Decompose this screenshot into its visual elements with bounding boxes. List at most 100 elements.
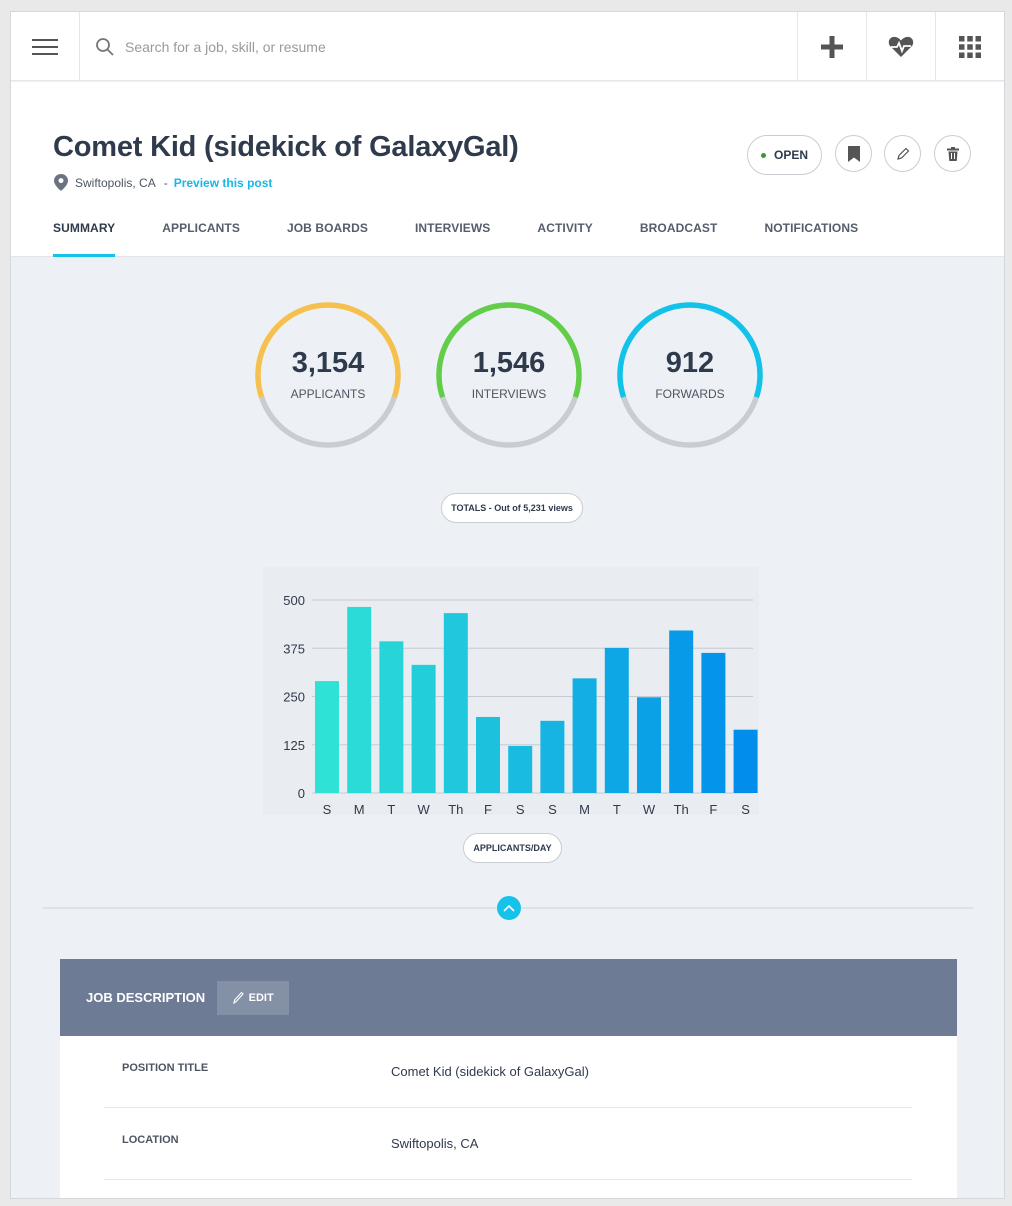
bar[interactable] (604, 647, 629, 793)
menu-button[interactable] (11, 12, 80, 81)
grid-icon (959, 35, 981, 58)
search-icon (96, 37, 114, 56)
applicants-count: 3,154 (291, 347, 365, 379)
job-location: Swiftopolis, CA (75, 175, 156, 190)
y-tick-label: 0 (298, 786, 305, 801)
chart-label-pill[interactable]: APPLICANTS/DAY (463, 833, 562, 863)
plus-icon (821, 35, 843, 58)
bookmark-icon (847, 145, 860, 162)
bar[interactable] (701, 652, 726, 793)
x-tick-label: S (516, 802, 525, 815)
ring-track-arc (440, 396, 578, 448)
x-tick-label: T (387, 802, 395, 815)
interviews-label: INTERVIEWS (471, 387, 547, 401)
forwards-stat: 912 FORWARDS (616, 301, 764, 449)
description-row: LOCATION Swiftopolis, CA (104, 1108, 912, 1180)
x-tick-label: M (579, 802, 590, 815)
bar[interactable] (379, 641, 404, 793)
pencil-icon (232, 991, 244, 1004)
search-bar (95, 12, 695, 81)
x-tick-label: S (323, 802, 332, 815)
status-label: OPEN (773, 148, 808, 162)
collapse-button[interactable] (497, 896, 521, 920)
position-title-value: Comet Kid (sidekick of GalaxyGal) (391, 1064, 589, 1079)
forwards-label: FORWARDS (655, 387, 725, 401)
forwards-count: 912 (665, 347, 715, 379)
ring-track-arc (259, 396, 397, 448)
y-tick-label: 250 (283, 690, 305, 705)
bar[interactable] (411, 664, 436, 793)
bar[interactable] (572, 678, 597, 793)
x-tick-label: T (613, 802, 621, 815)
y-tick-label: 125 (283, 738, 305, 753)
x-tick-label: Th (674, 802, 689, 815)
menu-icon (32, 38, 58, 55)
edit-description-button[interactable]: EDIT (217, 980, 290, 1015)
tab-notifications[interactable]: NOTIFICATIONS (764, 221, 858, 257)
x-tick-label: F (484, 802, 492, 815)
status-open-button[interactable]: OPEN (747, 135, 822, 175)
interviews-stat: 1,546 INTERVIEWS (435, 301, 583, 449)
y-tick-label: 500 (283, 593, 305, 608)
y-tick-label: 375 (283, 641, 305, 656)
pencil-icon (896, 147, 909, 160)
chevron-up-icon (503, 904, 515, 912)
bar[interactable] (669, 630, 694, 793)
edit-button[interactable] (884, 135, 921, 172)
job-header: Comet Kid (sidekick of GalaxyGal) Swifto… (11, 82, 1004, 257)
top-bar (11, 12, 1004, 81)
bar[interactable] (347, 606, 372, 793)
health-button[interactable] (866, 12, 935, 81)
applicants-stat: 3,154 APPLICANTS (254, 301, 402, 449)
totals-pill[interactable]: TOTALS - Out of 5,231 views (441, 493, 583, 523)
bar[interactable] (443, 613, 468, 793)
trash-icon (946, 146, 959, 161)
tab-summary[interactable]: SUMMARY (53, 221, 116, 257)
x-tick-label: F (709, 802, 717, 815)
bookmark-button[interactable] (835, 135, 872, 172)
bar[interactable] (637, 697, 661, 793)
x-tick-label: W (417, 802, 430, 815)
job-description-panel: JOB DESCRIPTION EDIT POSITION TITLE Come… (60, 959, 957, 1198)
bar-chart: 0 125 250 375 500 S M T W Th F S S M T W Th F S (283, 593, 758, 817)
tab-applicants[interactable]: APPLICANTS (162, 221, 240, 257)
x-tick-label: Th (448, 802, 463, 815)
page-title: Comet Kid (sidekick of GalaxyGal) (53, 131, 519, 163)
add-button[interactable] (797, 12, 866, 81)
position-title-label: POSITION TITLE (122, 1062, 209, 1074)
heart-pulse-icon (888, 36, 914, 57)
location-label: LOCATION (122, 1134, 179, 1146)
status-dot-icon (760, 152, 766, 158)
bar[interactable] (733, 729, 758, 793)
bar[interactable] (508, 745, 533, 793)
location-line: Swiftopolis, CA - Preview this post (54, 174, 272, 191)
apps-button[interactable] (935, 12, 1004, 81)
location-value: Swiftopolis, CA (391, 1136, 479, 1151)
separator: - (163, 175, 168, 190)
tab-broadcast[interactable]: BROADCAST (640, 221, 718, 257)
x-tick-label: W (643, 802, 656, 815)
applicants-per-day-chart: 0 125 250 375 500 S M T W Th F S S M T W Th F S (263, 567, 759, 817)
x-tick-label: M (354, 802, 365, 815)
tab-job-boards[interactable]: JOB BOARDS (287, 221, 368, 257)
tab-interviews[interactable]: INTERVIEWS (415, 221, 490, 257)
x-tick-label: S (548, 802, 557, 815)
description-row: POSITION TITLE Comet Kid (sidekick of Ga… (104, 1036, 912, 1108)
x-tick-label: S (741, 802, 750, 815)
app-window: Comet Kid (sidekick of GalaxyGal) Swifto… (10, 11, 1005, 1199)
bar[interactable] (315, 681, 339, 793)
location-pin-icon (54, 174, 68, 191)
job-description-header: JOB DESCRIPTION EDIT (60, 959, 957, 1036)
tab-activity[interactable]: ACTIVITY (537, 221, 592, 257)
applicants-label: APPLICANTS (290, 387, 366, 401)
edit-label: EDIT (248, 991, 274, 1004)
bar[interactable] (476, 716, 500, 793)
bar[interactable] (540, 720, 565, 793)
ring-track-arc (621, 396, 759, 448)
delete-button[interactable] (934, 135, 971, 172)
interviews-count: 1,546 (472, 347, 546, 379)
tab-bar: SUMMARY APPLICANTS JOB BOARDS INTERVIEWS… (53, 221, 905, 257)
preview-link[interactable]: Preview this post (174, 176, 273, 190)
search-input[interactable] (125, 38, 625, 55)
job-description-title: JOB DESCRIPTION (86, 990, 206, 1005)
